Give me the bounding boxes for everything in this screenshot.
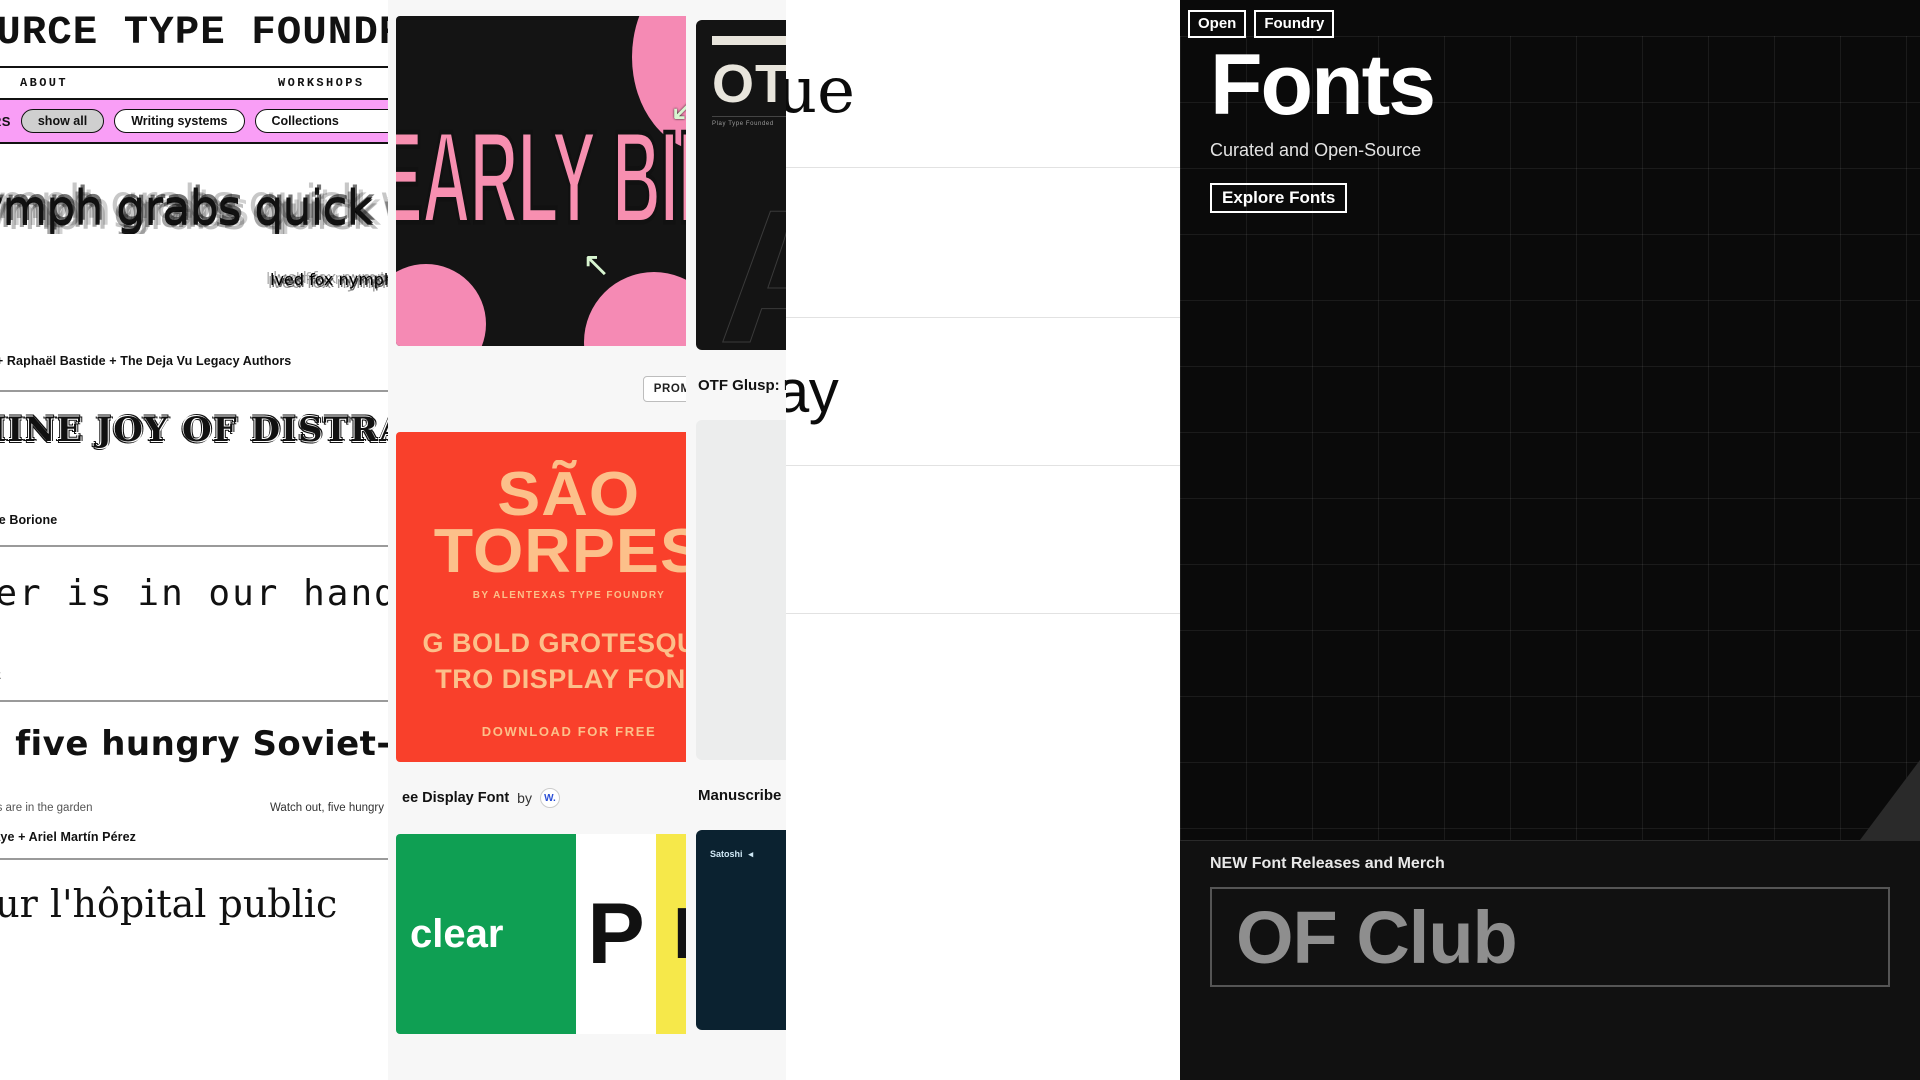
poster-byline: BY ALENTEXAS TYPE FOUNDRY (472, 590, 666, 602)
panel-poster-feed: ↙ ↖ EARLY BIRD THINKERS CONF. 3-5 MAY PR… (388, 0, 688, 1080)
font-list-item[interactable]: byn iawan (786, 614, 1180, 759)
hero-chip-bar: Open Foundry (1180, 0, 1920, 38)
screenshot-stage: SOURCE TYPE FOUNDRY ABOUT WORKSHOPS RS s… (0, 0, 1920, 1080)
poster-title-line1: SÃO (497, 460, 641, 529)
card-satoshi[interactable]: Satoshi ◂ (696, 830, 786, 1030)
card-caption-manuscribe[interactable]: Manuscribe Free (686, 760, 786, 830)
filter-pill-writing-systems[interactable]: Writing systems (114, 108, 245, 134)
specimen-secondary-left: oviet-cows are in the garden (0, 802, 93, 814)
avatar[interactable]: W. (539, 788, 560, 808)
of-club-plaque[interactable]: OF Club (1210, 887, 1890, 987)
chevron-left-icon: ◂ (748, 848, 754, 859)
card-otf[interactable]: OTF Play Type Founded A (696, 20, 786, 350)
hero-footer: NEW Font Releases and Merch OF Club (1180, 840, 1920, 1080)
green-card-letter-p: P (587, 885, 645, 982)
specimen-credit: Landes + Raphaël Bastide + The Deja Vu L… (0, 354, 292, 368)
explore-fonts-button[interactable]: Explore Fonts (1210, 183, 1348, 213)
of-club-label: OF Club (1236, 895, 1518, 979)
chip-open[interactable]: Open (1188, 10, 1247, 38)
font-name: ss Neue (786, 54, 855, 128)
hero-block: Fonts Curated and Open-Source Explore Fo… (1210, 37, 1436, 213)
font-name: e Display (786, 358, 839, 426)
green-card-mid: P (576, 834, 656, 1034)
poster-cta[interactable]: DOWNLOAD FOR FREE (482, 724, 657, 739)
font-list-item[interactable]: atore Foundry (786, 466, 1180, 615)
poster-subtitle-line2: TRO DISPLAY FONT (435, 664, 688, 695)
font-author: m Sweden (786, 287, 1180, 303)
poster-subtitle-line1: G BOLD GROTESQUE (422, 628, 688, 659)
card-manuscribe[interactable]: Ca n Gla (696, 420, 786, 760)
hero-tagline: Curated and Open-Source (1210, 140, 1422, 160)
footer-label: NEW Font Releases and Merch (1210, 855, 1445, 872)
otf-subtitle: Play Type Founded (712, 116, 786, 127)
green-card-right: K (656, 834, 688, 1034)
poster-title-line2: TORPES (433, 517, 688, 587)
decorative-blob (396, 264, 486, 346)
font-list-item[interactable]: ss Neue laay (786, 0, 1180, 169)
panel-otf-feed: OTF Play Type Founded A OTF Glusp: Free … (686, 0, 786, 1080)
specimen-credit: tín Pérez (0, 668, 1, 682)
specimen-secondary-right: Watch out, five hungry (270, 802, 384, 814)
satoshi-chip-label: Satoshi (710, 849, 743, 859)
filter-pill-show-all[interactable]: show all (20, 108, 105, 134)
card-sao-torpes[interactable]: SÃO TORPES BY ALENTEXAS TYPE FOUNDRY G B… (396, 432, 688, 762)
card-caption-otf-glusp[interactable]: OTF Glusp: Free (686, 350, 786, 420)
promoted-row: PROMOTED (392, 346, 688, 432)
font-name: RRY (786, 210, 1180, 275)
font-name: byn (786, 656, 1180, 717)
site-logo[interactable]: SOURCE TYPE FOUNDRY (0, 11, 430, 56)
filter-bar-label: RS (0, 113, 11, 129)
chip-foundry[interactable]: Foundry (1254, 10, 1335, 38)
font-author: laay (786, 137, 1180, 153)
font-list-item[interactable]: e Display Type (786, 318, 1180, 467)
green-card-left: clear (396, 834, 576, 1034)
satoshi-chip[interactable]: Satoshi ◂ (710, 849, 753, 860)
font-author: Foundry (786, 583, 1180, 599)
card-green-specimen[interactable]: clear P K (396, 834, 688, 1034)
font-author: iawan (786, 729, 1180, 745)
font-name: atore (786, 508, 1180, 571)
poster-headline: EARLY BIRD (396, 103, 688, 253)
card-caption-title[interactable]: ee Display Font (402, 790, 509, 806)
otf-ghost-letter: A (717, 182, 786, 351)
font-list-item[interactable]: RRY m Sweden (786, 168, 1180, 319)
panel-font-list: ss Neue laay RRY m Sweden e Display Type… (786, 0, 1180, 1080)
divider-rule (712, 36, 786, 45)
card-caption: ee Display Font by W. (392, 762, 688, 834)
nav-item-workshops[interactable]: WORKSHOPS (278, 76, 364, 90)
card-caption-by-label: by (517, 790, 532, 806)
font-author: Type (786, 435, 1180, 451)
panel-fonts-hero: Open Foundry Fonts Curated and Open-Sour… (1180, 0, 1920, 1080)
card-early-bird[interactable]: ↙ ↖ EARLY BIRD THINKERS CONF. 3-5 MAY (396, 16, 688, 346)
specimen-credit: Dauphine Borione (0, 513, 58, 527)
status-badge-promoted: PROMOTED (642, 376, 688, 402)
specimen-credit: a Adebiaye + Ariel Martín Pérez (0, 830, 137, 844)
page-title: Fonts (1210, 37, 1436, 133)
nav-item-about[interactable]: ABOUT (20, 76, 68, 90)
otf-wordmark: OTF (712, 54, 786, 114)
green-card-word: clear (410, 911, 504, 956)
